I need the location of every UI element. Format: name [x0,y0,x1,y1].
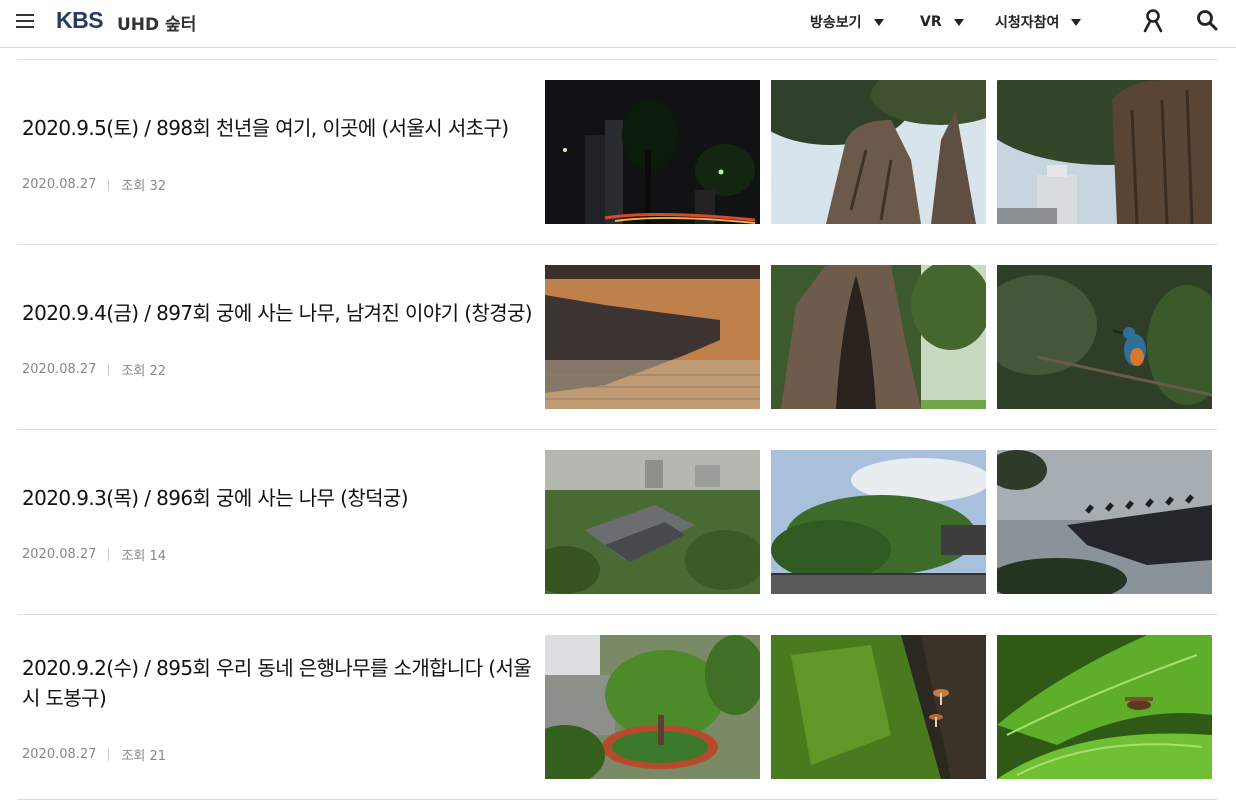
episode-date: 2020.08.27 [22,362,97,377]
menu-icon[interactable] [16,13,34,29]
list-item: 2020.9.4(금) / 897회 궁에 사는 나무, 남겨진 이야기 (창경… [17,245,1217,430]
thumbnail-row [545,450,1212,594]
episode-views: 조회 14 [121,549,167,564]
thumbnail-image[interactable] [771,450,986,594]
user-icon[interactable] [1142,9,1164,33]
nav-viewer-label: 시청자참여 [995,15,1060,31]
episode-title[interactable]: 2020.9.2(수) / 895회 우리 동네 은행나무를 소개합니다 (서울… [22,653,542,713]
thumbnail-image[interactable] [545,265,760,409]
thumbnail-image[interactable] [545,635,760,779]
episode-title[interactable]: 2020.9.5(토) / 898회 천년을 여기, 이곳에 (서울시 서초구) [22,113,542,143]
episode-meta: 2020.08.27 조회 21 [22,745,166,764]
thumbnail-image[interactable] [545,450,760,594]
kbs-logo[interactable]: KBS [56,7,104,34]
caret-down-icon [873,18,884,26]
episode-date: 2020.08.27 [22,747,97,762]
list-item: 2020.9.2(수) / 895회 우리 동네 은행나무를 소개합니다 (서울… [17,615,1217,800]
list-item: 2020.9.5(토) / 898회 천년을 여기, 이곳에 (서울시 서초구)… [17,60,1217,245]
caret-down-icon [953,18,964,26]
thumbnail-image[interactable] [771,635,986,779]
episode-list: 2020.9.5(토) / 898회 천년을 여기, 이곳에 (서울시 서초구)… [17,59,1217,800]
nav-broadcast[interactable]: 방송보기 [810,12,884,32]
episode-meta: 2020.08.27 조회 32 [22,175,166,194]
thumbnail-row [545,265,1212,409]
caret-down-icon [1071,18,1082,26]
nav-vr-label: VR [920,14,942,30]
list-item: 2020.9.3(목) / 896회 궁에 사는 나무 (창덕궁) 2020.0… [17,430,1217,615]
divider [108,548,110,561]
episode-meta: 2020.08.27 조회 22 [22,360,166,379]
thumbnail-image[interactable] [545,80,760,224]
episode-title[interactable]: 2020.9.3(목) / 896회 궁에 사는 나무 (창덕궁) [22,483,542,513]
divider [108,748,110,761]
thumbnail-image[interactable] [997,80,1212,224]
thumbnail-row [545,80,1212,224]
thumbnail-image[interactable] [997,635,1212,779]
thumbnail-image[interactable] [997,450,1212,594]
divider [108,178,110,191]
nav-vr[interactable]: VR [920,12,964,32]
episode-meta: 2020.08.27 조회 14 [22,545,166,564]
thumbnail-image[interactable] [771,80,986,224]
nav-broadcast-label: 방송보기 [810,15,862,31]
thumbnail-row [545,635,1212,779]
episode-views: 조회 21 [121,749,167,764]
thumbnail-image[interactable] [997,265,1212,409]
episode-views: 조회 32 [121,179,167,194]
divider [108,363,110,376]
episode-title[interactable]: 2020.9.4(금) / 897회 궁에 사는 나무, 남겨진 이야기 (창경… [22,298,542,328]
nav-viewer[interactable]: 시청자참여 [995,12,1082,32]
episode-date: 2020.08.27 [22,177,97,192]
search-icon[interactable] [1196,9,1218,31]
thumbnail-image[interactable] [771,265,986,409]
site-header: KBS UHD 숲터 방송보기 VR 시청자참여 [0,0,1236,48]
episode-views: 조회 22 [121,364,167,379]
episode-date: 2020.08.27 [22,547,97,562]
site-title[interactable]: UHD 숲터 [117,10,196,35]
